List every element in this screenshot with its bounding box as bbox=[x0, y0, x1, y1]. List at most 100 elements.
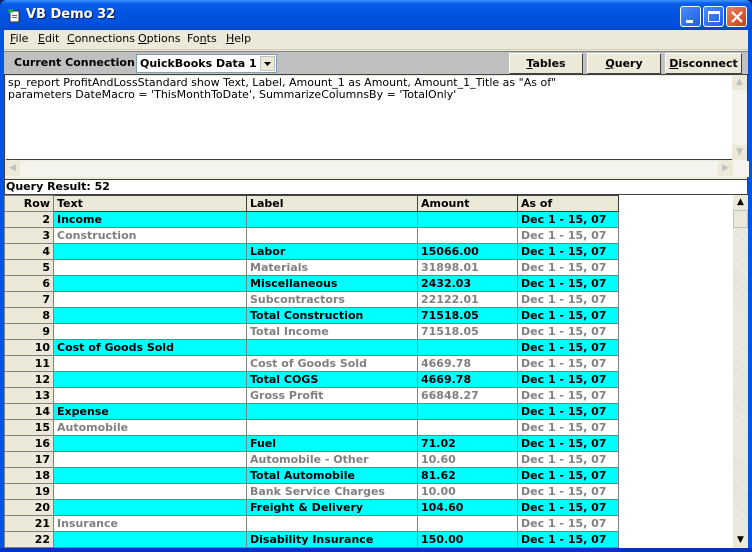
table-row[interactable]: 22 Disability Insurance 150.00 Dec 1 - 15, … bbox=[4, 531, 619, 548]
asof-cell[interactable]: Dec 1 - 15, 07 bbox=[517, 243, 619, 260]
asof-cell[interactable]: Dec 1 - 15, 07 bbox=[517, 323, 619, 340]
table-row[interactable]: 15 Automobile Dec 1 - 15, 07 bbox=[4, 419, 619, 436]
asof-cell[interactable]: Dec 1 - 15, 07 bbox=[517, 291, 619, 308]
label-cell[interactable] bbox=[246, 227, 418, 244]
amount-cell[interactable]: 71518.05 bbox=[417, 323, 518, 340]
row-number[interactable]: 5 bbox=[4, 259, 54, 276]
row-number[interactable]: 17 bbox=[4, 451, 54, 468]
asof-cell[interactable]: Dec 1 - 15, 07 bbox=[517, 515, 619, 532]
asof-cell[interactable]: Dec 1 - 15, 07 bbox=[517, 531, 619, 548]
row-number[interactable]: 12 bbox=[4, 371, 54, 388]
text-cell[interactable]: Insurance bbox=[53, 515, 247, 532]
menu-help[interactable]: Help bbox=[226, 32, 251, 45]
amount-cell[interactable] bbox=[417, 211, 518, 228]
table-row[interactable]: 18 Total Automobile 81.62 Dec 1 - 15, 07 bbox=[4, 467, 619, 484]
label-cell[interactable] bbox=[246, 339, 418, 356]
label-cell[interactable]: Freight & Delivery bbox=[246, 499, 418, 516]
amount-cell[interactable] bbox=[417, 419, 518, 436]
label-cell[interactable]: Automobile - Other bbox=[246, 451, 418, 468]
close-button[interactable] bbox=[726, 6, 747, 27]
amount-cell[interactable] bbox=[417, 403, 518, 420]
amount-cell[interactable]: 81.62 bbox=[417, 467, 518, 484]
asof-cell[interactable]: Dec 1 - 15, 07 bbox=[517, 371, 619, 388]
label-cell[interactable]: Subcontractors bbox=[246, 291, 418, 308]
query-horizontal-scrollbar[interactable]: ◀ ▶ bbox=[5, 161, 749, 177]
table-row[interactable]: 19 Bank Service Charges 10.00 Dec 1 - 15, 0… bbox=[4, 483, 619, 500]
label-cell[interactable] bbox=[246, 515, 418, 532]
row-number[interactable]: 14 bbox=[4, 403, 54, 420]
amount-cell[interactable]: 104.60 bbox=[417, 499, 518, 516]
label-cell[interactable]: Total COGS bbox=[246, 371, 418, 388]
amount-cell[interactable]: 10.00 bbox=[417, 483, 518, 500]
text-cell[interactable] bbox=[53, 531, 247, 548]
text-cell[interactable] bbox=[53, 243, 247, 260]
menu-connections[interactable]: Connections bbox=[67, 32, 135, 45]
query-vertical-scrollbar[interactable]: ▲ ▼ bbox=[732, 75, 747, 161]
column-header-row[interactable]: Row bbox=[4, 195, 54, 212]
menu-file[interactable]: File bbox=[10, 32, 28, 45]
text-cell[interactable] bbox=[53, 259, 247, 276]
label-cell[interactable]: Cost of Goods Sold bbox=[246, 355, 418, 372]
row-number[interactable]: 4 bbox=[4, 243, 54, 260]
column-header-text[interactable]: Text bbox=[53, 195, 247, 212]
label-cell[interactable]: Bank Service Charges bbox=[246, 483, 418, 500]
amount-cell[interactable]: 66848.27 bbox=[417, 387, 518, 404]
text-cell[interactable] bbox=[53, 451, 247, 468]
label-cell[interactable]: Total Automobile bbox=[246, 467, 418, 484]
text-cell[interactable] bbox=[53, 307, 247, 324]
row-number[interactable]: 11 bbox=[4, 355, 54, 372]
query-textarea[interactable]: sp_report ProfitAndLossStandard show Tex… bbox=[6, 76, 733, 160]
maximize-button[interactable] bbox=[703, 6, 724, 27]
asof-cell[interactable]: Dec 1 - 15, 07 bbox=[517, 339, 619, 356]
amount-cell[interactable]: 10.60 bbox=[417, 451, 518, 468]
label-cell[interactable]: Labor bbox=[246, 243, 418, 260]
amount-cell[interactable]: 4669.78 bbox=[417, 371, 518, 388]
table-row[interactable]: 10 Cost of Goods Sold Dec 1 - 15, 07 bbox=[4, 339, 619, 356]
table-row[interactable]: 16 Fuel 71.02 Dec 1 - 15, 07 bbox=[4, 435, 619, 452]
text-cell[interactable]: Automobile bbox=[53, 419, 247, 436]
table-row[interactable]: 21 Insurance Dec 1 - 15, 07 bbox=[4, 515, 619, 532]
text-cell[interactable] bbox=[53, 435, 247, 452]
label-cell[interactable]: Disability Insurance bbox=[246, 531, 418, 548]
text-cell[interactable] bbox=[53, 275, 247, 292]
asof-cell[interactable]: Dec 1 - 15, 07 bbox=[517, 307, 619, 324]
label-cell[interactable]: Total Income bbox=[246, 323, 418, 340]
label-cell[interactable]: Materials bbox=[246, 259, 418, 276]
table-row[interactable]: 4 Labor 15066.00 Dec 1 - 15, 07 bbox=[4, 243, 619, 260]
text-cell[interactable] bbox=[53, 323, 247, 340]
table-row[interactable]: 13 Gross Profit 66848.27 Dec 1 - 15, 07 bbox=[4, 387, 619, 404]
label-cell[interactable] bbox=[246, 419, 418, 436]
row-number[interactable]: 15 bbox=[4, 419, 54, 436]
tables-button[interactable]: Tables bbox=[509, 53, 583, 74]
text-cell[interactable] bbox=[53, 355, 247, 372]
table-row[interactable]: 17 Automobile - Other 10.60 Dec 1 - 15, 07 bbox=[4, 451, 619, 468]
scroll-right-icon[interactable]: ▶ bbox=[718, 161, 733, 176]
asof-cell[interactable]: Dec 1 - 15, 07 bbox=[517, 355, 619, 372]
connection-select[interactable]: QuickBooks Data 1 bbox=[136, 54, 277, 73]
amount-cell[interactable]: 150.00 bbox=[417, 531, 518, 548]
minimize-button[interactable] bbox=[680, 6, 701, 27]
row-number[interactable]: 19 bbox=[4, 483, 54, 500]
scroll-down-icon[interactable]: ▼ bbox=[733, 533, 748, 548]
asof-cell[interactable]: Dec 1 - 15, 07 bbox=[517, 387, 619, 404]
amount-cell[interactable]: 22122.01 bbox=[417, 291, 518, 308]
text-cell[interactable] bbox=[53, 467, 247, 484]
label-cell[interactable] bbox=[246, 403, 418, 420]
text-cell[interactable]: Income bbox=[53, 211, 247, 228]
asof-cell[interactable]: Dec 1 - 15, 07 bbox=[517, 451, 619, 468]
amount-cell[interactable] bbox=[417, 515, 518, 532]
asof-cell[interactable]: Dec 1 - 15, 07 bbox=[517, 227, 619, 244]
row-number[interactable]: 8 bbox=[4, 307, 54, 324]
table-row[interactable]: 2 Income Dec 1 - 15, 07 bbox=[4, 211, 619, 228]
row-number[interactable]: 2 bbox=[4, 211, 54, 228]
table-row[interactable]: 5 Materials 31898.01 Dec 1 - 15, 07 bbox=[4, 259, 619, 276]
row-number[interactable]: 13 bbox=[4, 387, 54, 404]
label-cell[interactable]: Gross Profit bbox=[246, 387, 418, 404]
text-cell[interactable] bbox=[53, 371, 247, 388]
scroll-thumb[interactable] bbox=[733, 210, 748, 228]
amount-cell[interactable]: 71518.05 bbox=[417, 307, 518, 324]
table-row[interactable]: 11 Cost of Goods Sold 4669.78 Dec 1 - 15, 0… bbox=[4, 355, 619, 372]
label-cell[interactable]: Fuel bbox=[246, 435, 418, 452]
column-header-asof[interactable]: As of bbox=[517, 195, 619, 212]
asof-cell[interactable]: Dec 1 - 15, 07 bbox=[517, 275, 619, 292]
